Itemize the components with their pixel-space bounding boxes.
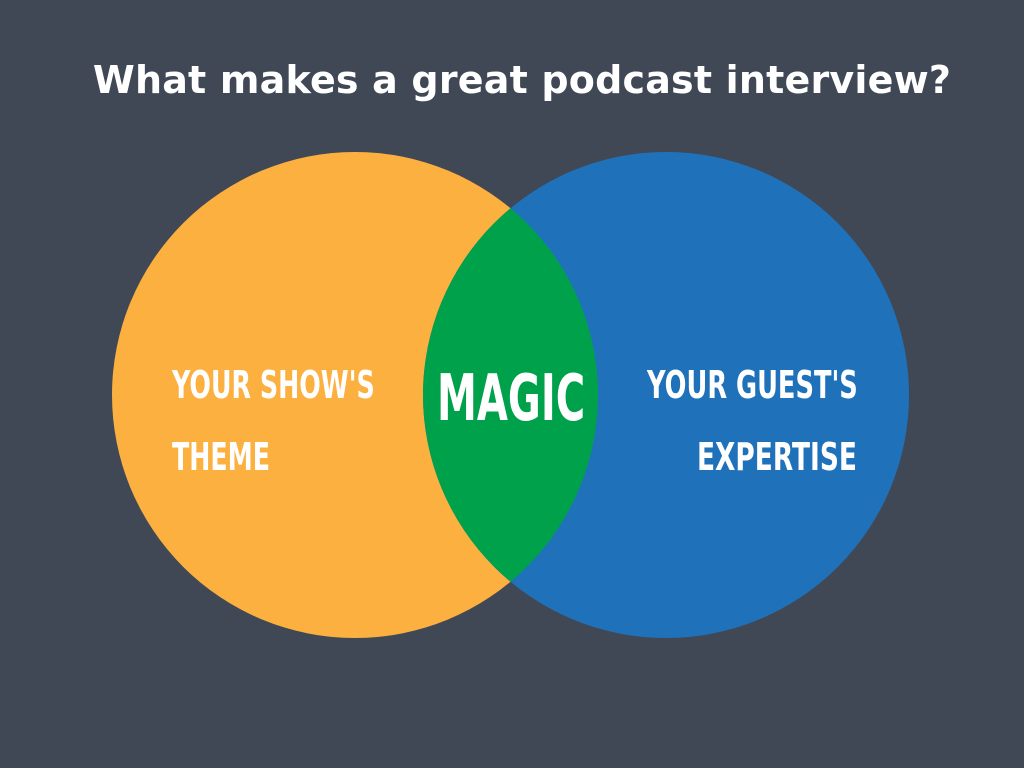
left-set-label-line2: THEME	[172, 436, 270, 479]
left-set-label-line1: YOUR SHOW'S	[171, 364, 375, 407]
venn-diagram-canvas: What makes a great podcast interview? YO…	[0, 0, 1024, 768]
intersection-label: MAGIC	[437, 362, 585, 436]
right-set-label-line1: YOUR GUEST'S	[646, 364, 858, 407]
right-set-label-line2: EXPERTISE	[697, 436, 857, 479]
venn-diagram: YOUR SHOW'S THEME MAGIC YOUR GUEST'S EXP…	[112, 152, 909, 638]
